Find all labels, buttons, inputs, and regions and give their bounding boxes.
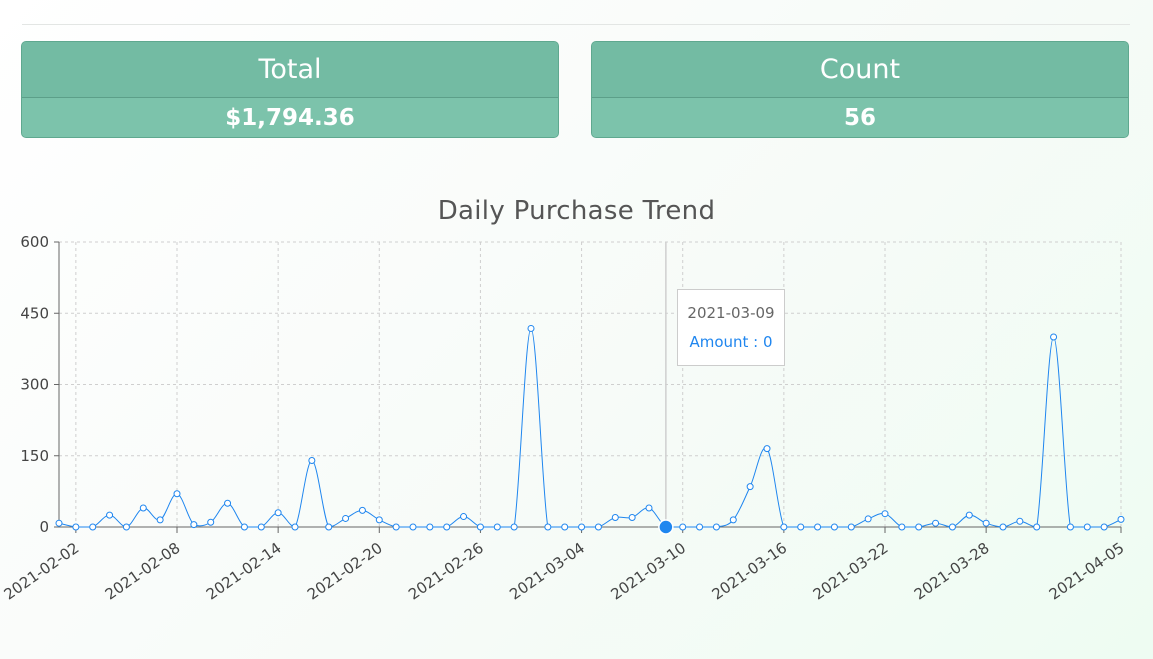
data-point[interactable] — [224, 499, 232, 507]
data-point[interactable] — [729, 516, 737, 524]
data-point[interactable] — [797, 523, 805, 531]
x-tick-label: 2021-03-10 — [607, 539, 689, 604]
data-point[interactable] — [392, 523, 400, 531]
data-point[interactable] — [965, 511, 973, 519]
x-tick-label: 2021-03-22 — [810, 539, 892, 604]
data-point[interactable] — [982, 519, 990, 527]
data-point[interactable] — [932, 519, 940, 527]
data-point[interactable] — [1100, 523, 1108, 531]
data-point[interactable] — [122, 523, 130, 531]
x-tick-label: 2021-03-04 — [506, 539, 588, 604]
data-point[interactable] — [645, 504, 653, 512]
data-point[interactable] — [139, 504, 147, 512]
data-point[interactable] — [460, 513, 468, 521]
data-point[interactable] — [274, 509, 282, 517]
tooltip: 2021-03-09 Amount : 0 — [677, 289, 785, 366]
data-point[interactable] — [696, 523, 704, 531]
data-point[interactable] — [325, 523, 333, 531]
data-point[interactable] — [1033, 523, 1041, 531]
data-point[interactable] — [342, 514, 350, 522]
x-tick-label: 2021-02-02 — [1, 539, 83, 604]
data-point[interactable] — [544, 523, 552, 531]
data-point[interactable] — [190, 521, 198, 529]
data-point[interactable] — [1117, 515, 1125, 523]
data-point[interactable] — [476, 523, 484, 531]
data-point[interactable] — [999, 523, 1007, 531]
data-point[interactable] — [628, 514, 636, 521]
data-point[interactable] — [375, 516, 383, 524]
data-point[interactable] — [1066, 523, 1074, 531]
data-point[interactable] — [257, 523, 265, 531]
data-point[interactable] — [308, 457, 316, 464]
data-point[interactable] — [746, 483, 754, 491]
data-point[interactable] — [72, 523, 80, 531]
y-tick-label: 300 — [20, 376, 49, 394]
data-point[interactable] — [510, 523, 518, 531]
active-data-point[interactable] — [658, 519, 674, 535]
y-tick-label: 600 — [20, 233, 49, 251]
y-tick-label: 150 — [20, 447, 49, 465]
x-tick-label: 2021-02-26 — [405, 539, 487, 604]
data-point[interactable] — [207, 518, 215, 526]
data-point[interactable] — [55, 519, 63, 527]
data-point[interactable] — [594, 523, 602, 531]
data-point[interactable] — [830, 523, 838, 531]
grid-layer — [59, 241, 1122, 527]
data-point[interactable] — [578, 523, 586, 531]
data-point[interactable] — [948, 523, 956, 531]
data-point[interactable] — [1083, 523, 1091, 531]
data-point[interactable] — [106, 511, 114, 519]
x-tick-label: 2021-04-05 — [1046, 539, 1128, 604]
data-point[interactable] — [409, 523, 417, 531]
data-point[interactable] — [561, 523, 569, 531]
purchase-trend-chart[interactable]: 0 150 300 450 600 2021-02-02 2021-02-08 2021-02… — [0, 0, 1153, 659]
data-point[interactable] — [679, 523, 687, 531]
data-point[interactable] — [156, 516, 164, 524]
x-tick-label: 2021-02-08 — [102, 539, 184, 604]
data-point[interactable] — [864, 515, 872, 523]
data-point[interactable] — [527, 324, 535, 332]
data-point[interactable] — [898, 523, 906, 531]
x-tick-label: 2021-02-20 — [304, 539, 386, 604]
data-point[interactable] — [1016, 517, 1024, 525]
y-tick-label: 450 — [20, 304, 49, 322]
data-point[interactable] — [426, 523, 434, 531]
y-tick-label: 0 — [39, 518, 49, 536]
data-point[interactable] — [240, 523, 248, 531]
data-point[interactable] — [915, 523, 923, 531]
axis-layer: 0 150 300 450 600 2021-02-02 2021-02-08 2021-02… — [1, 233, 1128, 603]
series-layer — [55, 324, 1125, 535]
data-point[interactable] — [847, 523, 855, 531]
data-point[interactable] — [291, 523, 299, 531]
data-point[interactable] — [1050, 333, 1058, 341]
data-point[interactable] — [358, 506, 366, 514]
data-point[interactable] — [443, 523, 451, 531]
data-point[interactable] — [763, 445, 771, 453]
data-point[interactable] — [780, 523, 788, 531]
series-line-amount — [58, 327, 1122, 528]
x-tick-label: 2021-02-14 — [203, 539, 285, 604]
data-point[interactable] — [881, 510, 889, 518]
tooltip-value: Amount : 0 — [689, 333, 773, 351]
x-tick-label: 2021-03-16 — [709, 539, 791, 604]
tooltip-date: 2021-03-09 — [687, 304, 775, 322]
data-point[interactable] — [493, 523, 501, 531]
data-point[interactable] — [89, 523, 97, 531]
data-point[interactable] — [712, 523, 720, 531]
x-tick-label: 2021-03-28 — [911, 539, 993, 604]
data-point[interactable] — [611, 514, 619, 521]
data-point[interactable] — [814, 523, 822, 531]
data-point[interactable] — [173, 490, 181, 498]
